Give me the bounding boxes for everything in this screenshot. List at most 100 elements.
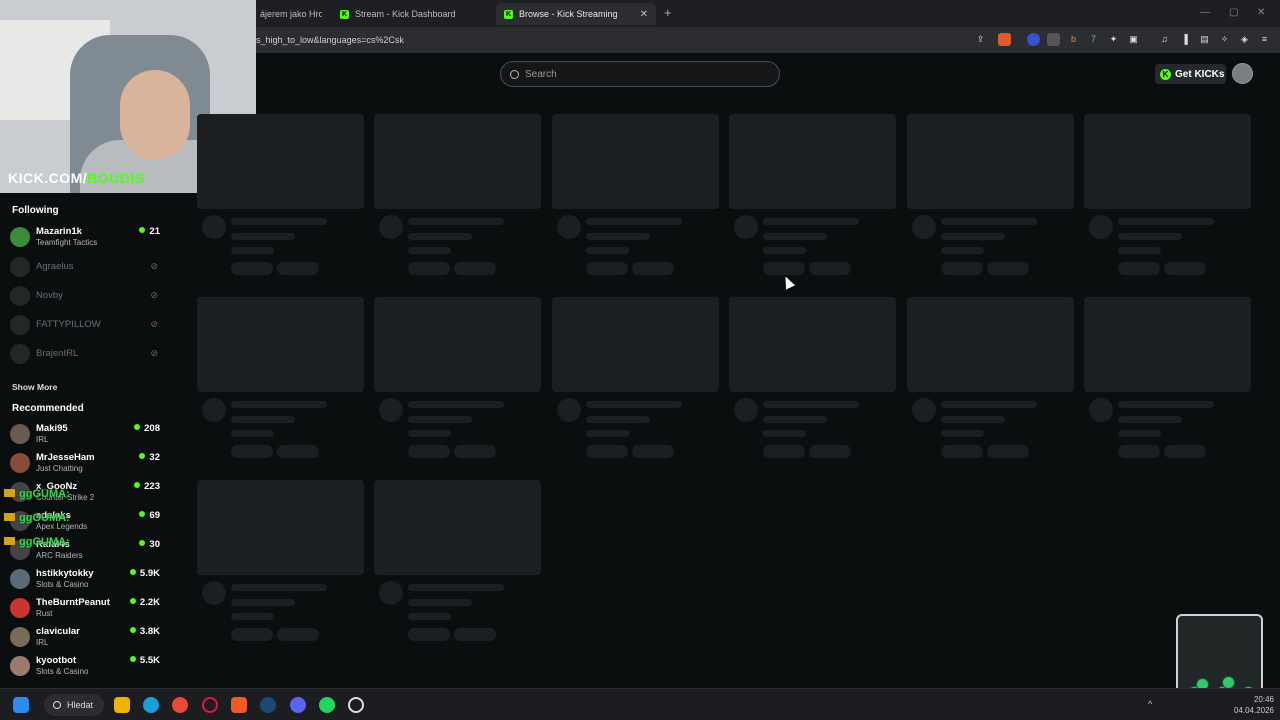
skeleton-thumb <box>1084 297 1251 392</box>
chat-overlay-name: ggGUMA: <box>4 536 70 548</box>
extension-icon[interactable] <box>1047 33 1060 46</box>
skeleton-l2 <box>1118 233 1182 240</box>
sidebar-channel-hstikkytokky[interactable]: hstikkytokky Slots & Casino 5.9K <box>10 565 160 593</box>
skeleton-l2 <box>586 233 650 240</box>
sidebar-channel-agraelus[interactable]: Agraelus ⊘ <box>10 253 160 281</box>
browser-tab-browse[interactable]: K Browse - Kick Streaming ✕ <box>496 3 656 25</box>
skeleton-l1 <box>408 401 504 408</box>
share-icon[interactable]: ⇪ <box>974 33 987 46</box>
sidebar-channel-brajenirl[interactable]: BrajenIRL ⊘ <box>10 340 160 368</box>
skeleton-l2 <box>586 416 650 423</box>
leo-ai-icon[interactable]: ✧ <box>1218 33 1231 46</box>
viewer-count: 223 <box>134 481 160 492</box>
skeleton-p1 <box>586 445 628 458</box>
media-icon[interactable]: ♫ <box>1158 33 1171 46</box>
menu-icon[interactable]: ≡ <box>1258 33 1271 46</box>
mouse-cursor-icon <box>780 274 796 290</box>
sidebar-channel-mazarin1k[interactable]: Mazarin1k Teamfight Tactics 21 <box>10 223 160 251</box>
puzzle-icon[interactable]: ✦ <box>1107 33 1120 46</box>
following-title: Following <box>12 205 59 216</box>
skeleton-l3 <box>408 613 451 620</box>
browser-tab-1[interactable]: ájerem jako Hrou: <box>252 3 322 25</box>
skeleton-circ <box>379 215 403 239</box>
search-input[interactable]: Search <box>500 61 780 87</box>
sidebar-channel-theburntpeanut[interactable]: TheBurntPeanut Rust 2.2K <box>10 594 160 622</box>
browser-tab-dashboard[interactable]: K Stream - Kick Dashboard <box>332 3 492 25</box>
channel-category: IRL <box>36 638 49 647</box>
user-avatar[interactable] <box>1232 63 1253 84</box>
sidebar-icon[interactable]: ▐ <box>1178 33 1191 46</box>
close-tab-icon[interactable]: ✕ <box>640 9 648 20</box>
spotify-icon[interactable] <box>319 697 335 713</box>
discord-icon[interactable] <box>290 697 306 713</box>
skeleton-l1 <box>408 218 504 225</box>
channel-category: Just Chatting <box>36 464 83 473</box>
stream-card-skeleton <box>907 114 1074 275</box>
skeleton-l2 <box>763 416 827 423</box>
stream-card-skeleton <box>197 297 364 458</box>
chrome-icon[interactable] <box>172 697 188 713</box>
wallet-icon[interactable]: ▤ <box>1198 33 1211 46</box>
skeleton-p2 <box>277 445 319 458</box>
sidebar-channel-maki95[interactable]: Maki95 IRL 208 <box>10 420 160 448</box>
channel-category: ARC Raiders <box>36 551 83 560</box>
offline-icon: ⊘ <box>150 319 158 329</box>
skeleton-p1 <box>408 262 450 275</box>
sidebar-channel-clavicular[interactable]: clavicular IRL 3.8K <box>10 623 160 651</box>
skeleton-l3 <box>941 247 984 254</box>
sidebar-channel-novby[interactable]: Novby ⊘ <box>10 282 160 310</box>
channel-name: TheBurntPeanut <box>36 597 110 608</box>
windows-taskbar: Hledat ^ 20:46 04.04.2026 <box>0 688 1280 720</box>
url-text[interactable]: s_high_to_low&languages=cs%2Csk <box>256 35 404 45</box>
extension-icon[interactable]: b <box>1067 33 1080 46</box>
edge-icon[interactable] <box>143 697 159 713</box>
extension-icon[interactable]: 7 <box>1087 33 1100 46</box>
tab-label: Stream - Kick Dashboard <box>355 9 456 19</box>
obs-icon[interactable] <box>348 697 364 713</box>
vpn-icon[interactable]: ◈ <box>1238 33 1251 46</box>
sidebar-channel-kyootbot[interactable]: kyootbot Slots & Casino 5.5K <box>10 652 160 680</box>
channel-category: Rust <box>36 609 53 618</box>
brave-icon[interactable] <box>231 697 247 713</box>
brave-shield-icon[interactable] <box>998 33 1011 46</box>
get-kicks-button[interactable]: K Get KICKs <box>1155 64 1226 84</box>
opera-icon[interactable] <box>202 697 218 713</box>
close-window-icon[interactable]: ✕ <box>1257 7 1265 18</box>
new-tab-button[interactable]: + <box>664 5 672 20</box>
avatar <box>10 424 30 444</box>
stream-card-skeleton <box>374 480 541 641</box>
viewer-count: 208 <box>134 423 160 434</box>
viewer-count: 69 <box>139 510 160 521</box>
avatar <box>10 598 30 618</box>
sidebar-channel-fattypillow[interactable]: FATTYPILLOW ⊘ <box>10 311 160 339</box>
show-more-button[interactable]: Show More <box>12 382 57 392</box>
taskbar-search[interactable]: Hledat <box>44 694 104 716</box>
tray-clock[interactable]: 20:46 04.04.2026 <box>1234 694 1274 716</box>
extension-icon[interactable] <box>1027 33 1040 46</box>
skeleton-l3 <box>231 247 274 254</box>
windows-start-icon[interactable] <box>13 697 29 713</box>
skeleton-thumb <box>907 297 1074 392</box>
file-explorer-icon[interactable] <box>114 697 130 713</box>
skeleton-thumb <box>552 297 719 392</box>
minimize-icon[interactable]: — <box>1200 7 1210 18</box>
skeleton-p2 <box>987 445 1029 458</box>
skeleton-thumb <box>1084 114 1251 209</box>
webcam-brand-text: KICK.COM/BOUDIS <box>8 170 145 186</box>
skeleton-l1 <box>763 218 859 225</box>
skeleton-l1 <box>586 401 682 408</box>
skeleton-l3 <box>763 247 806 254</box>
crown-icon <box>4 537 15 545</box>
channel-name: BrajenIRL <box>36 348 79 359</box>
tray-chevron-icon[interactable]: ^ <box>1148 699 1158 709</box>
tab-search-icon[interactable]: ▣ <box>1127 33 1140 46</box>
skeleton-circ <box>557 215 581 239</box>
get-kicks-label: Get KICKs <box>1175 68 1225 80</box>
maximize-icon[interactable]: ▢ <box>1229 7 1238 18</box>
clock-date: 04.04.2026 <box>1233 706 1274 715</box>
steam-icon[interactable] <box>260 697 276 713</box>
sidebar-channel-mrjesseham[interactable]: MrJesseHam Just Chatting 32 <box>10 449 160 477</box>
skeleton-l1 <box>408 584 504 591</box>
sidebar: Following Mazarin1k Teamfight Tactics 21… <box>0 193 175 688</box>
channel-category: Slots & Casino <box>36 580 89 589</box>
